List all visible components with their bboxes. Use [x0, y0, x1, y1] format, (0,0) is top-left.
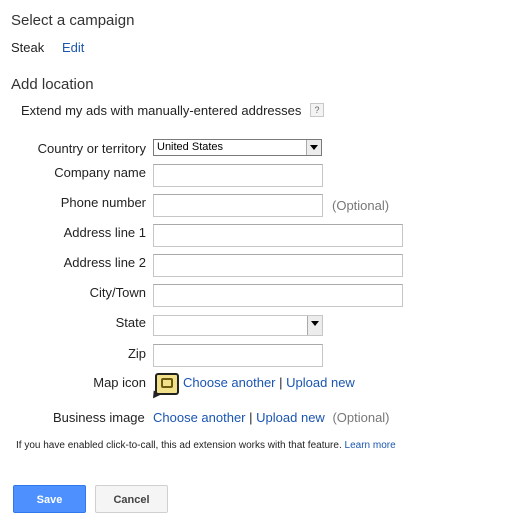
business-image-separator: |	[249, 410, 253, 425]
add-location-heading: Add location	[11, 76, 94, 93]
address-line-1-label: Address line 1	[63, 225, 146, 240]
chevron-down-icon	[307, 316, 322, 335]
phone-number-field[interactable]	[153, 194, 323, 217]
city-label: City/Town	[89, 285, 146, 300]
click-to-call-note-text: If you have enabled click-to-call, this …	[16, 440, 342, 451]
learn-more-link[interactable]: Learn more	[345, 440, 396, 451]
save-button[interactable]: Save	[13, 485, 86, 513]
map-icon-upload-link[interactable]: Upload new	[286, 375, 355, 390]
address-line-2-label: Address line 2	[63, 255, 146, 270]
country-select-value: United States	[157, 141, 224, 153]
zip-field[interactable]	[153, 344, 323, 367]
map-icon-actions: Choose another | Upload new	[183, 375, 355, 390]
click-to-call-note: If you have enabled click-to-call, this …	[16, 440, 396, 451]
phone-optional-hint: (Optional)	[332, 198, 390, 213]
address-line-1-field[interactable]	[153, 224, 403, 247]
business-image-upload-link[interactable]: Upload new	[256, 410, 325, 425]
business-image-label: Business image	[53, 410, 145, 425]
address-line-2-field[interactable]	[153, 254, 403, 277]
cancel-button[interactable]: Cancel	[95, 485, 168, 513]
campaign-name: Steak	[11, 40, 45, 55]
country-label: Country or territory	[37, 141, 146, 156]
business-image-actions: Choose another | Upload new (Optional)	[153, 410, 390, 425]
phone-number-label: Phone number	[60, 195, 146, 210]
map-icon-separator: |	[279, 375, 283, 390]
business-image-choose-link[interactable]: Choose another	[153, 410, 246, 425]
chevron-down-icon	[306, 140, 321, 155]
state-select[interactable]	[153, 315, 323, 336]
map-icon-label: Map icon	[93, 375, 146, 390]
company-name-label: Company name	[54, 165, 146, 180]
city-field[interactable]	[153, 284, 403, 307]
map-icon-choose-link[interactable]: Choose another	[183, 375, 276, 390]
business-image-optional-hint: (Optional)	[332, 410, 390, 425]
extend-ads-text: Extend my ads with manually-entered addr…	[21, 103, 302, 118]
campaign-heading: Select a campaign	[11, 12, 135, 29]
edit-campaign-link[interactable]: Edit	[62, 40, 84, 55]
country-select[interactable]: United States	[153, 139, 322, 156]
zip-label: Zip	[127, 346, 146, 361]
map-pin-icon	[155, 373, 179, 395]
company-name-field[interactable]	[153, 164, 323, 187]
help-icon[interactable]: ?	[310, 103, 324, 117]
state-label: State	[115, 315, 146, 330]
